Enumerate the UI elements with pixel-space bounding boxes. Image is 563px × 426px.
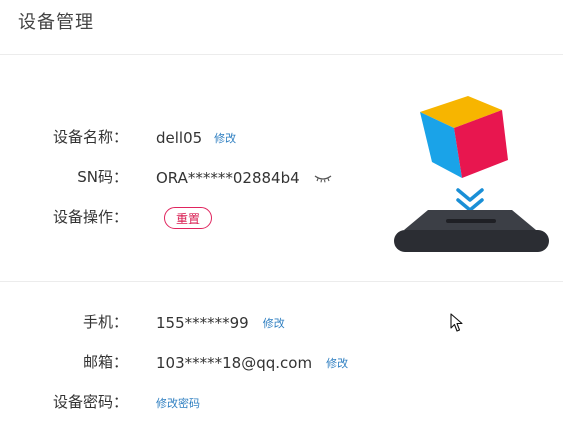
sn-value: ORA******02884b4 bbox=[156, 169, 300, 187]
phone-value: 155******99 bbox=[156, 314, 249, 332]
password-label: 设备密码： bbox=[52, 393, 128, 411]
email-value: 103*****18@qq.com bbox=[156, 354, 313, 372]
section-divider bbox=[0, 281, 563, 282]
eye-closed-icon[interactable] bbox=[314, 173, 332, 183]
device-operation-label: 设备操作： bbox=[52, 208, 128, 226]
password-value-group: 修改密码 bbox=[156, 395, 200, 411]
mouse-pointer-icon bbox=[450, 313, 463, 332]
sn-value-group: ORA******02884b4 bbox=[156, 169, 332, 187]
device-name-value: dell05 bbox=[156, 129, 203, 147]
device-name-value-group: dell05 修改 bbox=[156, 129, 236, 147]
reset-button[interactable]: 重置 bbox=[164, 207, 212, 229]
phone-value-group: 155******99 修改 bbox=[156, 314, 285, 332]
email-row: 邮箱： 103*****18@qq.com 修改 bbox=[0, 351, 563, 375]
password-row: 设备密码： 修改密码 bbox=[0, 391, 563, 415]
sn-label: SN码： bbox=[77, 168, 128, 186]
phone-label: 手机： bbox=[82, 313, 128, 331]
phone-row: 手机： 155******99 修改 bbox=[0, 311, 563, 335]
edit-phone-link[interactable]: 修改 bbox=[263, 315, 285, 331]
device-management-page: 设备管理 设备名称： dell05 修改 SN码： ORA******02884… bbox=[0, 0, 563, 426]
device-name-label: 设备名称： bbox=[52, 128, 128, 146]
page-title: 设备管理 bbox=[18, 12, 94, 33]
edit-device-name-link[interactable]: 修改 bbox=[214, 130, 236, 146]
page-header: 设备管理 bbox=[0, 0, 563, 55]
cube-upload-device-icon bbox=[394, 96, 549, 252]
email-value-group: 103*****18@qq.com 修改 bbox=[156, 354, 348, 372]
email-label: 邮箱： bbox=[82, 353, 128, 371]
edit-email-link[interactable]: 修改 bbox=[326, 355, 348, 371]
change-password-link[interactable]: 修改密码 bbox=[156, 395, 200, 411]
